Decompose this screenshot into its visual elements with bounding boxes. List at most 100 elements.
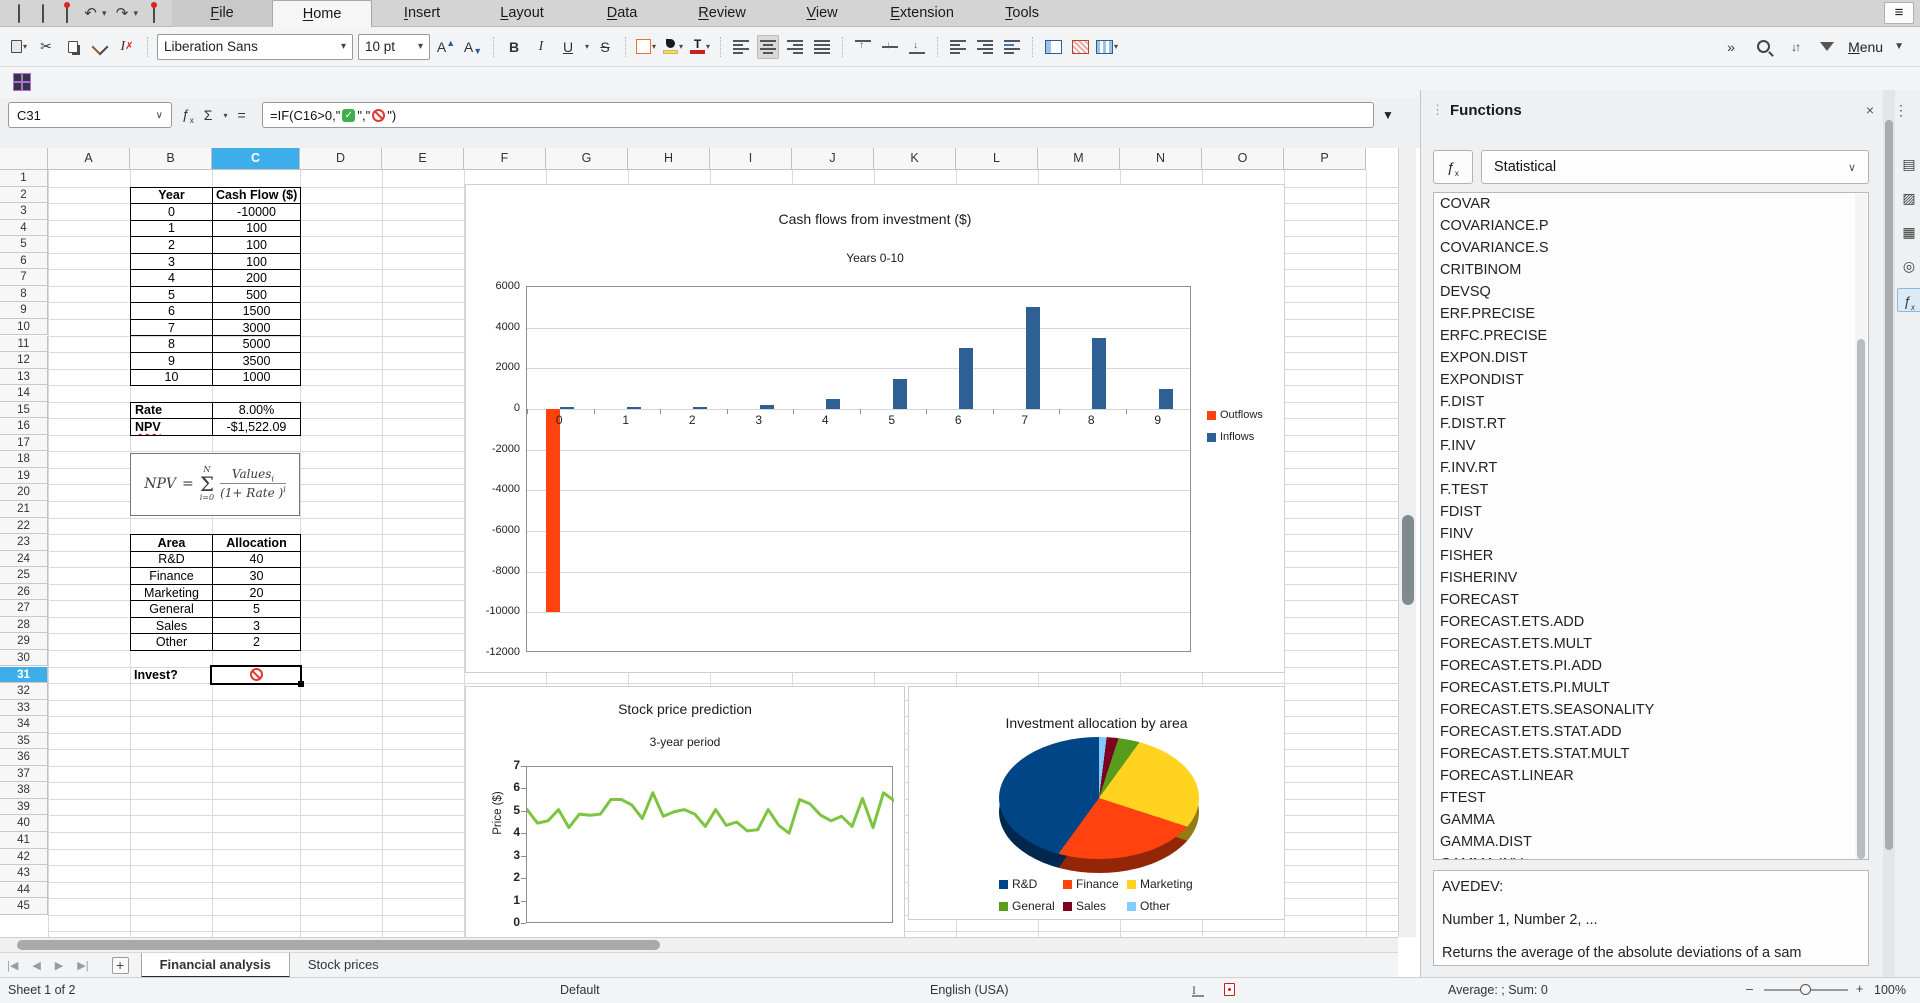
row-header-8[interactable]: 8 <box>0 286 48 303</box>
add-sheet-button[interactable]: + <box>112 957 129 974</box>
function-item-erf.precise[interactable]: ERF.PRECISE <box>1434 303 1868 325</box>
line-chart[interactable]: Stock price prediction3-year periodPrice… <box>465 686 905 937</box>
redo-icon[interactable]: ↷ <box>114 5 131 22</box>
cell[interactable]: 4 <box>131 270 213 287</box>
cell[interactable]: 1000 <box>213 369 301 386</box>
toolbar-overflow-button[interactable]: » <box>1720 35 1742 59</box>
name-box-dropdown-icon[interactable]: ∨ <box>156 110 163 121</box>
cell[interactable]: 200 <box>213 270 301 287</box>
open-document-icon[interactable] <box>34 5 51 22</box>
cell[interactable]: 1500 <box>213 303 301 320</box>
cell[interactable]: -10000 <box>213 204 301 221</box>
function-item-critbinom[interactable]: CRITBINOM <box>1434 259 1868 281</box>
insert-mode-icon[interactable]: I <box>1192 983 1204 997</box>
function-wizard-button[interactable]: ƒx <box>1433 150 1473 184</box>
function-item-gamma[interactable]: GAMMA <box>1434 809 1868 831</box>
row-header-14[interactable]: 14 <box>0 385 48 402</box>
function-item-f.inv.rt[interactable]: F.INV.RT <box>1434 457 1868 479</box>
cell[interactable]: Rate <box>131 402 213 419</box>
horizontal-scrollbar[interactable] <box>0 937 1398 952</box>
cell[interactable]: Other <box>131 634 213 651</box>
row-header-7[interactable]: 7 <box>0 269 48 286</box>
zoom-slider-thumb[interactable] <box>1800 984 1811 995</box>
row-header-16[interactable]: 16 <box>0 418 48 435</box>
function-item-expon.dist[interactable]: EXPON.DIST <box>1434 347 1868 369</box>
row-header-1[interactable]: 1 <box>0 170 48 187</box>
zoom-in-icon[interactable]: + <box>1856 982 1863 996</box>
previous-sheet-icon[interactable]: ◀ <box>25 959 47 972</box>
row-header-36[interactable]: 36 <box>0 749 48 766</box>
first-sheet-icon[interactable]: |◀ <box>0 959 25 972</box>
cell[interactable]: 8 <box>131 336 213 353</box>
row-header-15[interactable]: 15 <box>0 402 48 419</box>
column-header-N[interactable]: N <box>1120 148 1202 170</box>
cell[interactable]: General <box>131 601 213 618</box>
function-item-forecast.ets.stat.mult[interactable]: FORECAST.ETS.STAT.MULT <box>1434 743 1868 765</box>
row-header-13[interactable]: 13 <box>0 369 48 386</box>
functions-deck-icon[interactable]: ƒx <box>1897 288 1920 312</box>
autosum-icon[interactable]: Σ <box>204 107 213 123</box>
invest-label-cell[interactable]: Invest? <box>130 667 212 684</box>
function-item-covariance.p[interactable]: COVARIANCE.P <box>1434 215 1868 237</box>
column-header-L[interactable]: L <box>956 148 1038 170</box>
zoom-level[interactable]: 100% <box>1874 983 1906 997</box>
row-header-21[interactable]: 21 <box>0 501 48 518</box>
function-item-f.test[interactable]: F.TEST <box>1434 479 1868 501</box>
cell[interactable]: -$1,522.09 <box>213 419 301 436</box>
column-header-K[interactable]: K <box>874 148 956 170</box>
font-color-button[interactable]: T▾ <box>689 35 711 59</box>
cell[interactable]: 5000 <box>213 336 301 353</box>
bar-chart[interactable]: Cash flows from investment ($)Years 0-10… <box>465 184 1285 673</box>
spreadsheet-grid[interactable]: ABCDEFGHIJKLMNOP123456789101112131415161… <box>0 148 1398 937</box>
merge-cells-button[interactable] <box>1042 35 1064 59</box>
function-item-covar[interactable]: COVAR <box>1434 193 1868 215</box>
row-header-30[interactable]: 30 <box>0 650 48 667</box>
align-top-button[interactable] <box>852 35 874 59</box>
cell[interactable]: Finance <box>131 568 213 585</box>
copy-button[interactable] <box>62 35 84 59</box>
function-item-gamma.inv[interactable]: GAMMA.INV <box>1434 853 1868 860</box>
row-header-2[interactable]: 2 <box>0 187 48 204</box>
row-header-11[interactable]: 11 <box>0 336 48 353</box>
cell[interactable]: 3500 <box>213 353 301 370</box>
autosum-dropdown-icon[interactable]: ▾ <box>223 111 227 120</box>
clone-formatting-button[interactable] <box>89 35 111 59</box>
menu-tab-home[interactable]: Home <box>272 0 372 27</box>
redo-dropdown-icon[interactable]: ▾ <box>134 8 139 19</box>
menu-tab-extension[interactable]: Extension <box>872 0 972 27</box>
vertical-scrollbar-thumb[interactable] <box>1402 515 1414 605</box>
document-modified-icon[interactable] <box>1224 983 1235 996</box>
row-header-28[interactable]: 28 <box>0 617 48 634</box>
undo-dropdown-icon[interactable]: ▾ <box>102 8 107 19</box>
menu-tab-file[interactable]: File <box>172 0 272 27</box>
cell[interactable]: 2 <box>131 237 213 254</box>
paste-button[interactable]: ▾ <box>8 35 30 59</box>
function-item-expondist[interactable]: EXPONDIST <box>1434 369 1868 391</box>
autofilter-icon[interactable] <box>1816 35 1838 59</box>
cell[interactable]: 3000 <box>213 319 301 336</box>
row-header-34[interactable]: 34 <box>0 716 48 733</box>
cell[interactable]: 0 <box>131 204 213 221</box>
increase-font-size-button[interactable]: A▲ <box>435 35 457 59</box>
menu-dropdown-icon[interactable]: ▼ <box>1894 41 1904 52</box>
formula-equals-icon[interactable]: = <box>237 107 245 123</box>
print-icon[interactable] <box>145 5 162 22</box>
menu-tab-insert[interactable]: Insert <box>372 0 472 27</box>
cell[interactable]: 5 <box>213 601 301 618</box>
increase-indent-button[interactable] <box>947 35 969 59</box>
strikethrough-button[interactable]: S <box>594 35 616 59</box>
cell[interactable]: Sales <box>131 617 213 634</box>
function-item-forecast.ets.add[interactable]: FORECAST.ETS.ADD <box>1434 611 1868 633</box>
cell[interactable]: 10 <box>131 369 213 386</box>
cell[interactable]: 7 <box>131 319 213 336</box>
cell[interactable]: 3 <box>213 617 301 634</box>
function-item-gamma.dist[interactable]: GAMMA.DIST <box>1434 831 1868 853</box>
function-list-scrollbar-thumb[interactable] <box>1857 339 1865 859</box>
column-header-C[interactable]: C <box>212 148 300 170</box>
function-list[interactable]: COVARCOVARIANCE.PCOVARIANCE.SCRITBINOMDE… <box>1433 192 1869 860</box>
find-replace-icon[interactable] <box>1752 35 1774 59</box>
menu-tab-layout[interactable]: Layout <box>472 0 572 27</box>
function-item-fisherinv[interactable]: FISHERINV <box>1434 567 1868 589</box>
function-item-f.dist.rt[interactable]: F.DIST.RT <box>1434 413 1868 435</box>
cell[interactable]: Area <box>131 535 213 552</box>
